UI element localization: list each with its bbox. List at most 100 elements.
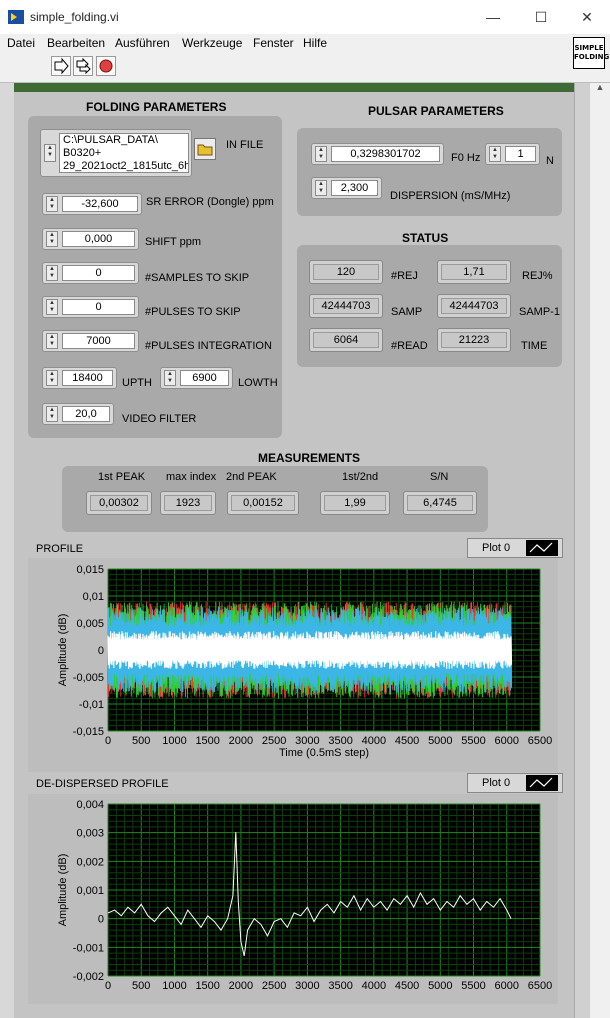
samples-skip-label: #SAMPLES TO SKIP — [145, 272, 250, 284]
n-label: N — [546, 155, 554, 167]
x-tick-label: 4000 — [362, 980, 386, 992]
run-continuously-icon[interactable] — [73, 56, 93, 76]
n-value[interactable]: 1 — [505, 146, 536, 162]
x-tick-label: 3000 — [295, 980, 319, 992]
y-tick-label: -0,005 — [73, 672, 104, 684]
minimize-button[interactable]: — — [478, 8, 508, 26]
n-control[interactable]: ▲ ▼ 1 — [485, 143, 540, 165]
shift-label: SHIFT ppm — [145, 236, 202, 248]
path-browse-spin-icon[interactable]: ▲ ▼ — [44, 144, 56, 162]
x-tick-label: 6500 — [528, 735, 552, 747]
sr-error-spin-icon[interactable]: ▲ ▼ — [46, 196, 58, 212]
lowth-label: LOWTH — [238, 377, 278, 389]
sn-value: 6,4745 — [407, 495, 473, 511]
run-arrow-icon[interactable] — [51, 56, 71, 76]
samp-label: SAMP — [391, 306, 423, 318]
video-filter-spin-icon[interactable]: ▲ ▼ — [46, 406, 58, 422]
pulses-skip-spin-icon[interactable]: ▲ ▼ — [46, 299, 58, 315]
video-filter-value[interactable]: 20,0 — [62, 406, 110, 422]
x-tick-label: 6000 — [495, 735, 519, 747]
dedispersed-plot-legend[interactable]: Plot 0 — [467, 773, 563, 793]
plot-line-style-icon[interactable] — [526, 775, 558, 791]
sr-error-label: SR ERROR (Dongle) ppm — [146, 196, 274, 208]
menu-bearbeiten[interactable]: Bearbeiten — [47, 36, 105, 50]
pulses-integration-control[interactable]: ▲ ▼ 7000 — [42, 330, 139, 352]
max-index-value: 1923 — [164, 495, 212, 511]
samples-skip-value[interactable]: 0 — [62, 265, 135, 281]
dispersion-spin-icon[interactable]: ▲ ▼ — [315, 180, 327, 196]
x-tick-label: 5000 — [428, 735, 452, 747]
upth-control[interactable]: ▲ ▼ 18400 — [42, 367, 117, 389]
x-tick-label: 2000 — [229, 735, 253, 747]
y-tick-label: 0,004 — [76, 799, 104, 811]
f0-spin-icon[interactable]: ▲ ▼ — [315, 146, 327, 162]
pulses-skip-control[interactable]: ▲ ▼ 0 — [42, 296, 139, 318]
profile-graph[interactable]: 0 500 1000 1500 2000 2500 3000 3500 4000 4500 5000… — [28, 558, 558, 772]
rej-label: #REJ — [391, 270, 418, 282]
f0-value[interactable]: 0,3298301702 — [331, 146, 440, 162]
window-title: simple_folding.vi — [30, 10, 119, 24]
second-peak-value: 0,00152 — [231, 495, 295, 511]
upth-label: UPTH — [122, 377, 152, 389]
x-tick-label: 4000 — [362, 735, 386, 747]
close-button[interactable]: ✕ — [572, 8, 602, 26]
samples-skip-control[interactable]: ▲ ▼ 0 — [42, 262, 139, 284]
measurements-title: MEASUREMENTS — [258, 451, 361, 465]
scroll-up-arrow-icon[interactable]: ▲ — [594, 82, 606, 94]
pulses-integration-value[interactable]: 7000 — [62, 333, 135, 349]
menu-werkzeuge[interactable]: Werkzeuge — [182, 36, 242, 50]
n-spin-icon[interactable]: ▲ ▼ — [489, 146, 501, 162]
shift-control[interactable]: ▲ ▼ 0,000 — [42, 228, 139, 250]
x-tick-label: 1000 — [162, 735, 186, 747]
read-indicator: 6064 — [309, 328, 383, 352]
in-file-label: IN FILE — [226, 139, 264, 151]
pulsar-parameters-title: PULSAR PARAMETERS — [368, 104, 504, 118]
x-tick-label: 0 — [105, 735, 111, 747]
maximize-button[interactable]: ☐ — [526, 8, 556, 26]
upth-spin-icon[interactable]: ▲ ▼ — [46, 370, 58, 386]
abort-stop-icon[interactable] — [96, 56, 116, 76]
samples-skip-spin-icon[interactable]: ▲ ▼ — [46, 265, 58, 281]
dedispersed-graph[interactable]: 0 500 1000 1500 2000 2500 3000 3500 4000 4500 5000… — [28, 794, 558, 1004]
plot-line-style-icon[interactable] — [526, 540, 558, 556]
upth-value[interactable]: 18400 — [62, 370, 113, 386]
in-file-path-control[interactable]: ▲ ▼ C:\PULSAR_DATA\ B0320+ 29_2021oct2_18… — [40, 129, 192, 177]
dispersion-control[interactable]: ▲ ▼ 2,300 — [311, 177, 382, 199]
vertical-scrollbar[interactable]: ▲ — [590, 82, 610, 1018]
f0-control[interactable]: ▲ ▼ 0,3298301702 — [311, 143, 444, 165]
x-tick-label: 2000 — [229, 980, 253, 992]
shift-spin-icon[interactable]: ▲ ▼ — [46, 231, 58, 247]
rej-pct-value: 1,71 — [441, 264, 507, 280]
sr-error-value[interactable]: -32,600 — [62, 196, 138, 212]
menu-hilfe[interactable]: Hilfe — [303, 36, 327, 50]
dedispersed-legend-label: Plot 0 — [482, 777, 511, 789]
ratio-label: 1st/2nd — [342, 471, 379, 483]
dedispersed-graph-title: DE-DISPERSED PROFILE — [36, 778, 169, 790]
y-tick-label: -0,01 — [79, 699, 104, 711]
y-tick-label: 0,005 — [76, 618, 104, 630]
samp-indicator: 42444703 — [309, 294, 383, 318]
x-tick-label: 3500 — [328, 980, 352, 992]
rej-pct-label: REJ% — [522, 270, 553, 282]
sn-indicator: 6,4745 — [403, 491, 477, 515]
dispersion-value[interactable]: 2,300 — [331, 180, 378, 196]
menu-datei[interactable]: Datei — [7, 36, 35, 50]
y-axis-label: Amplitude (dB) — [57, 854, 69, 927]
in-file-path-field[interactable]: C:\PULSAR_DATA\ B0320+ 29_2021oct2_1815u… — [59, 133, 189, 173]
shift-value[interactable]: 0,000 — [62, 231, 135, 247]
y-tick-label: -0,015 — [73, 726, 104, 738]
profile-plot-legend[interactable]: Plot 0 — [467, 538, 563, 558]
lowth-spin-icon[interactable]: ▲ ▼ — [164, 370, 176, 386]
menu-fenster[interactable]: Fenster — [253, 36, 294, 50]
sr-error-control[interactable]: ▲ ▼ -32,600 — [42, 193, 142, 215]
pulses-integration-spin-icon[interactable]: ▲ ▼ — [46, 333, 58, 349]
y-tick-label: 0,015 — [76, 564, 104, 576]
menu-ausfuehren[interactable]: Ausführen — [115, 36, 170, 50]
folder-browse-icon[interactable] — [194, 138, 216, 160]
y-tick-label: 0,002 — [76, 856, 104, 868]
x-tick-label: 0 — [105, 980, 111, 992]
video-filter-control[interactable]: ▲ ▼ 20,0 — [42, 403, 114, 425]
pulses-skip-value[interactable]: 0 — [62, 299, 135, 315]
lowth-control[interactable]: ▲ ▼ 6900 — [160, 367, 233, 389]
lowth-value[interactable]: 6900 — [180, 370, 229, 386]
